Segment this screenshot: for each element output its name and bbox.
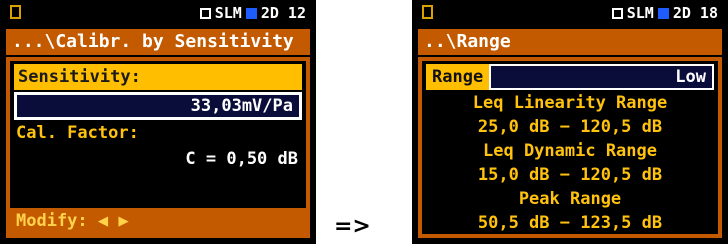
range-screen: SLM 2D 18 ..\Range Range Low Leq Lineari… (412, 0, 728, 244)
range-label: Range (426, 64, 490, 90)
peak-value: 50,5 dB − 123,5 dB (477, 213, 663, 233)
range-value-field[interactable]: Low (489, 64, 714, 90)
display-square-icon (657, 7, 669, 19)
modify-hint: Modify: ◀ ▶ (10, 208, 306, 234)
leq-linearity-label: Leq Linearity Range (472, 93, 668, 113)
leq-linearity-value: 25,0 dB − 120,5 dB (477, 117, 663, 137)
calibration-panel: Sensitivity: 33,03mV/Pa Cal. Factor: C =… (6, 57, 310, 238)
cal-factor-label: Cal. Factor: (16, 123, 139, 143)
range-panel: Range Low Leq Linearity Range 25,0 dB − … (418, 57, 722, 238)
mode-label: SLM (626, 4, 654, 22)
screen-title: ..\Range (418, 29, 722, 55)
sensitivity-label[interactable]: Sensitivity: (14, 64, 302, 90)
display-square-icon (245, 7, 257, 19)
mode-square-icon (611, 7, 623, 19)
screen-title: ...\Calibr. by Sensitivity (6, 29, 310, 55)
file-icon (422, 5, 433, 19)
file-icon (10, 5, 21, 19)
status-number: 2D 12 (260, 4, 306, 22)
sensitivity-value-field[interactable]: 33,03mV/Pa (14, 92, 302, 120)
cal-factor-value: C = 0,50 dB (185, 149, 298, 169)
peak-label: Peak Range (518, 189, 622, 209)
calibration-screen: SLM 2D 12 ...\Calibr. by Sensitivity Sen… (0, 0, 316, 244)
transition-arrow: => (334, 214, 371, 239)
mode-label: SLM (214, 4, 242, 22)
status-bar: SLM 2D 18 (414, 2, 726, 26)
mode-square-icon (199, 7, 211, 19)
status-number: 2D 18 (672, 4, 718, 22)
range-selector[interactable]: Range Low (426, 64, 714, 90)
status-bar: SLM 2D 12 (2, 2, 314, 26)
leq-dynamic-value: 15,0 dB − 120,5 dB (477, 165, 663, 185)
leq-dynamic-label: Leq Dynamic Range (483, 141, 657, 161)
